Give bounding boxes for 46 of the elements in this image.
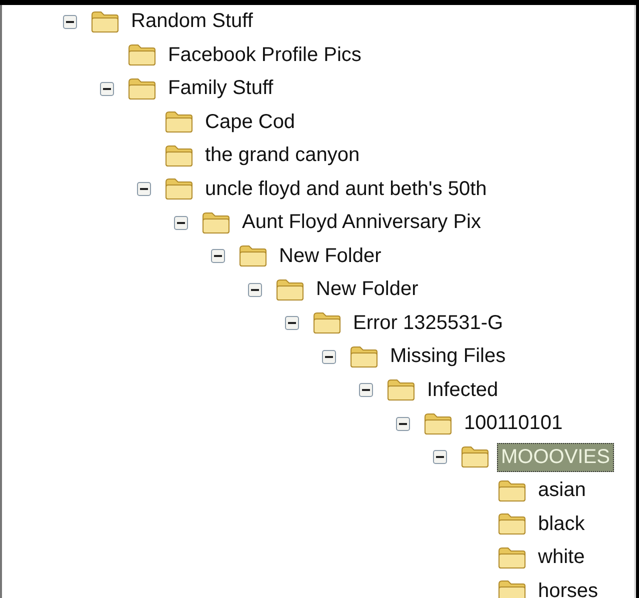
- folder-item[interactable]: Family Stuff: [164, 74, 278, 104]
- collapse-icon[interactable]: [396, 416, 410, 431]
- folder-icon: [497, 546, 527, 570]
- collapse-icon[interactable]: [433, 450, 447, 464]
- folder-item[interactable]: Missing Files: [386, 342, 510, 372]
- folder-icon: [423, 412, 453, 436]
- folder-item[interactable]: black: [534, 510, 589, 539]
- folder-item[interactable]: horses: [534, 576, 602, 598]
- folder-item[interactable]: 100110101: [460, 409, 567, 438]
- folder-item[interactable]: Infected: [423, 376, 502, 405]
- folder-icon: [164, 144, 194, 168]
- folder-item[interactable]: Cape Cod: [201, 108, 300, 137]
- collapse-icon[interactable]: [322, 350, 336, 364]
- folder-item[interactable]: white: [534, 543, 589, 572]
- folder-icon: [349, 344, 379, 369]
- folder-icon: [164, 110, 194, 134]
- folder-icon: [312, 311, 342, 336]
- folder-icon: [497, 512, 527, 536]
- folder-item[interactable]: Error 1325531-G: [349, 308, 508, 338]
- collapse-icon[interactable]: [100, 82, 114, 96]
- folder-item[interactable]: Aunt Floyd Anniversary Pix: [238, 208, 485, 238]
- collapse-icon[interactable]: [211, 249, 225, 264]
- folder-icon: [386, 378, 416, 402]
- collapse-icon[interactable]: [359, 383, 373, 398]
- folder-item[interactable]: Random Stuff: [127, 7, 257, 36]
- folder-icon: [275, 278, 305, 302]
- folder-icon: [127, 43, 157, 68]
- folder-item[interactable]: the grand canyon: [201, 141, 364, 170]
- folder-icon: [497, 478, 527, 503]
- folder-icon: [127, 76, 157, 101]
- folder-icon: [164, 177, 194, 202]
- folder-icon: [90, 10, 120, 34]
- folder-item[interactable]: uncle floyd and aunt beth's 50th: [201, 174, 491, 204]
- collapse-icon[interactable]: [137, 182, 151, 196]
- folder-item[interactable]: Facebook Profile Pics: [164, 40, 366, 70]
- folder-item[interactable]: asian: [534, 476, 590, 506]
- folder-icon: [460, 445, 490, 470]
- folder-item[interactable]: New Folder: [312, 275, 422, 304]
- collapse-icon[interactable]: [174, 216, 188, 230]
- folder-icon: [238, 244, 268, 268]
- collapse-icon[interactable]: [285, 316, 299, 330]
- collapse-icon[interactable]: [248, 282, 262, 297]
- folder-icon: [497, 579, 527, 598]
- folder-icon: [201, 210, 231, 235]
- folder-item[interactable]: New Folder: [275, 242, 386, 271]
- collapse-icon[interactable]: [63, 14, 77, 29]
